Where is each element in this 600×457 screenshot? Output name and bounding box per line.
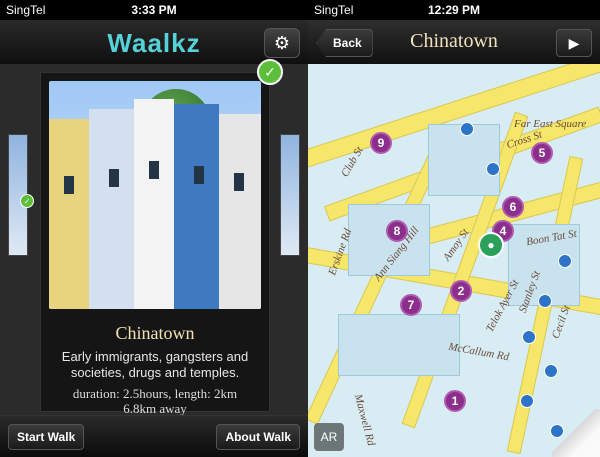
- poi-pin-icon: [486, 162, 500, 176]
- status-time: 3:33 PM: [131, 3, 177, 17]
- play-button[interactable]: ▶: [556, 29, 592, 57]
- map-marker-2[interactable]: 2: [450, 280, 472, 302]
- selected-check-icon: ✓: [257, 59, 283, 85]
- carrier-label: SingTel: [6, 3, 46, 17]
- poi-pin-icon: [544, 364, 558, 378]
- walk-meta: duration: 2.5hours, length: 2km 6.8km aw…: [41, 386, 269, 416]
- walks-screen: SingTel 3:33 PM ➤ ▭ Waalkz ⚙ ✓: [0, 0, 308, 457]
- walk-title: Chinatown: [115, 323, 195, 343]
- window-shape: [234, 173, 244, 191]
- carrier-label: SingTel: [314, 3, 354, 17]
- back-button[interactable]: Back: [316, 29, 373, 57]
- window-shape: [194, 166, 204, 184]
- about-walk-button[interactable]: About Walk: [216, 424, 300, 450]
- map-marker-8[interactable]: 8: [386, 220, 408, 242]
- walk-card-chinatown[interactable]: ✓ Chinatown Early immigrants, gangsters …: [40, 59, 283, 416]
- gear-icon: ⚙: [273, 32, 291, 53]
- start-walk-button[interactable]: Start Walk: [8, 424, 85, 450]
- walk-duration-length: duration: 2.5hours, length: 2km: [72, 386, 238, 401]
- map-marker-9[interactable]: 9: [370, 132, 392, 154]
- play-icon: ▶: [568, 34, 580, 51]
- ar-button[interactable]: AR: [314, 423, 344, 451]
- walk-distance: 6.8km away: [123, 401, 187, 416]
- street-label: Far East Square: [514, 118, 587, 130]
- walk-photo: [49, 81, 261, 309]
- building-shape: [89, 109, 134, 309]
- map-marker-7[interactable]: 7: [400, 294, 422, 316]
- walk-description: Early immigrants, gangsters and societie…: [61, 349, 249, 380]
- walk-carousel[interactable]: ✓ ✓ Chinatown Early immigrants, gangster…: [0, 59, 308, 416]
- poi-pin-icon: [558, 254, 572, 268]
- screenshot: SingTel 3:33 PM ➤ ▭ Waalkz ⚙ ✓: [0, 0, 600, 457]
- check-icon: ✓: [20, 194, 34, 208]
- settings-button[interactable]: ⚙: [264, 28, 300, 58]
- map-marker-5[interactable]: 5: [531, 142, 553, 164]
- poi-pin-icon: [538, 294, 552, 308]
- map-marker-1[interactable]: 1: [444, 390, 466, 412]
- poi-pin-icon: [460, 122, 474, 136]
- map-screen: SingTel 12:29 PM ➤ ▭ Back Chinatown ▶: [308, 0, 600, 457]
- poi-pin-icon: [520, 394, 534, 408]
- map-header: Back Chinatown ▶: [308, 20, 600, 65]
- street-label: Cecil St: [549, 303, 573, 341]
- page-curl[interactable]: [552, 409, 600, 457]
- walk-map[interactable]: Club St Cross St Boon Tat St Amoy St Tel…: [308, 64, 600, 457]
- current-location-icon: ●: [478, 232, 504, 258]
- map-title: Chinatown: [410, 30, 498, 52]
- building-shape: [134, 99, 174, 309]
- bottom-toolbar: Start Walk About Walk: [0, 415, 308, 457]
- window-shape: [64, 176, 74, 194]
- next-walk-card[interactable]: [280, 134, 300, 256]
- map-block: [338, 314, 460, 376]
- window-shape: [149, 161, 159, 179]
- app-header: Waalkz ⚙: [0, 20, 308, 65]
- building-shape: [174, 104, 219, 309]
- window-shape: [109, 169, 119, 187]
- poi-pin-icon: [522, 330, 536, 344]
- building-shape: [49, 119, 89, 309]
- building-shape: [219, 114, 261, 309]
- map-marker-6[interactable]: 6: [502, 196, 524, 218]
- street-label: Maxwell Rd: [351, 392, 378, 448]
- status-bar: SingTel 3:33 PM ➤ ▭: [0, 0, 308, 20]
- app-logo: Waalkz: [107, 28, 201, 58]
- status-bar: SingTel 12:29 PM ➤ ▭: [308, 0, 600, 20]
- status-time: 12:29 PM: [427, 3, 481, 17]
